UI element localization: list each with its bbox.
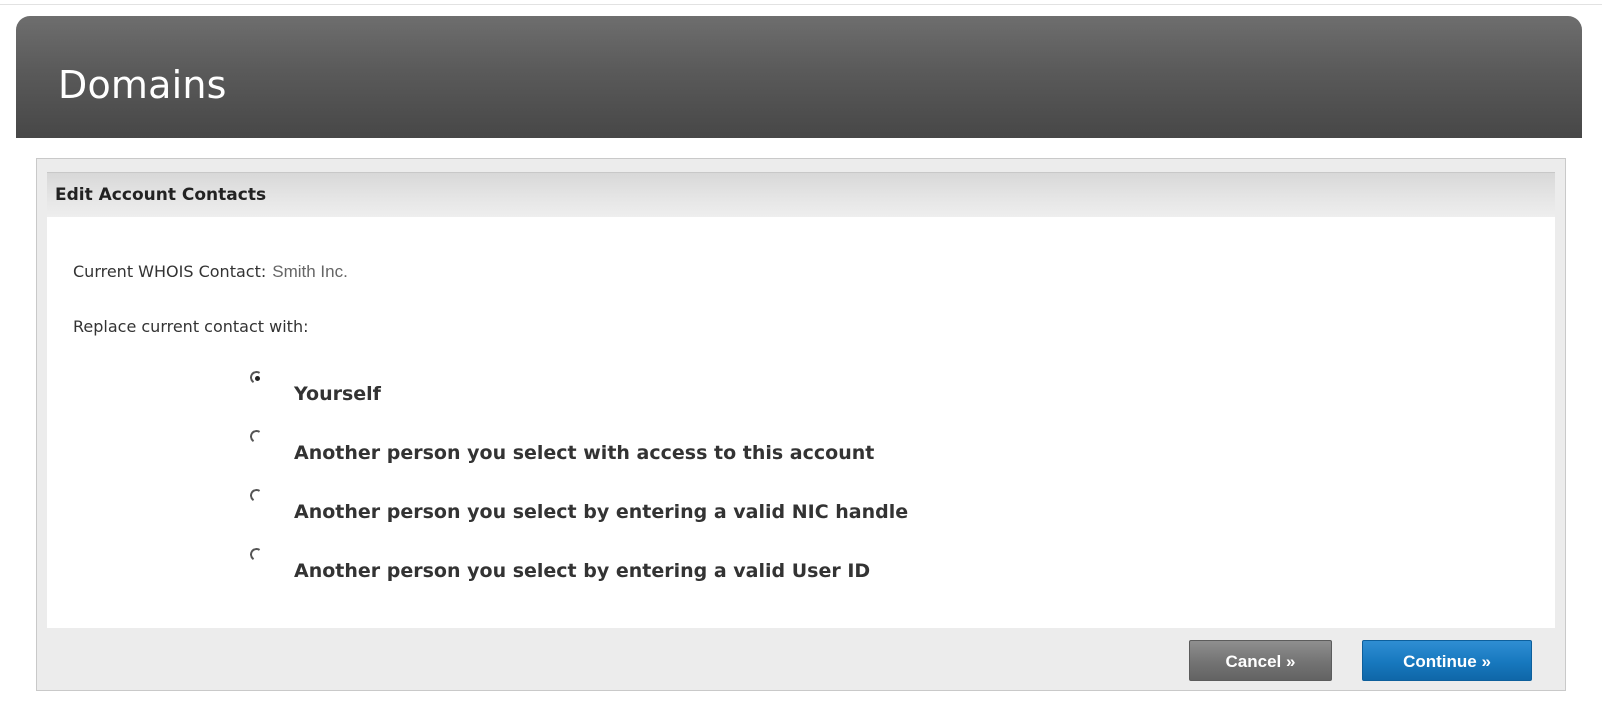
option-label[interactable]: Another person you select by entering a … [294, 503, 908, 522]
current-contact-value: Smith Inc. [272, 262, 348, 281]
option-yourself[interactable]: Yourself [251, 372, 1151, 431]
option-account-access-person[interactable]: Another person you select with access to… [251, 431, 1151, 490]
panel-title: Edit Account Contacts [55, 185, 267, 205]
radio-account-access-person[interactable] [251, 431, 264, 444]
page-title: Domains [58, 63, 227, 107]
panel-header: Edit Account Contacts [47, 172, 1555, 217]
top-divider [0, 4, 1602, 5]
current-contact-label: Current WHOIS Contact: [73, 262, 267, 281]
option-user-id-person[interactable]: Another person you select by entering a … [251, 549, 1151, 608]
edit-contacts-panel: Edit Account Contacts Current WHOIS Cont… [36, 158, 1566, 691]
option-label[interactable]: Another person you select by entering a … [294, 562, 870, 581]
continue-button[interactable]: Continue » [1362, 640, 1532, 681]
cancel-button[interactable]: Cancel » [1189, 640, 1332, 681]
contact-options: Yourself Another person you select with … [251, 372, 1151, 608]
replace-contact-label: Replace current contact with: [73, 317, 309, 336]
header-bar: Domains [16, 16, 1582, 138]
current-contact-row: Current WHOIS Contact: Smith Inc. [73, 263, 348, 280]
radio-user-id-person[interactable] [251, 549, 264, 562]
option-nic-handle-person[interactable]: Another person you select by entering a … [251, 490, 1151, 549]
option-label[interactable]: Yourself [294, 385, 381, 404]
panel-body: Current WHOIS Contact: Smith Inc. Replace… [47, 217, 1555, 628]
option-label[interactable]: Another person you select with access to… [294, 444, 874, 463]
radio-yourself[interactable] [251, 372, 264, 385]
radio-nic-handle-person[interactable] [251, 490, 264, 503]
